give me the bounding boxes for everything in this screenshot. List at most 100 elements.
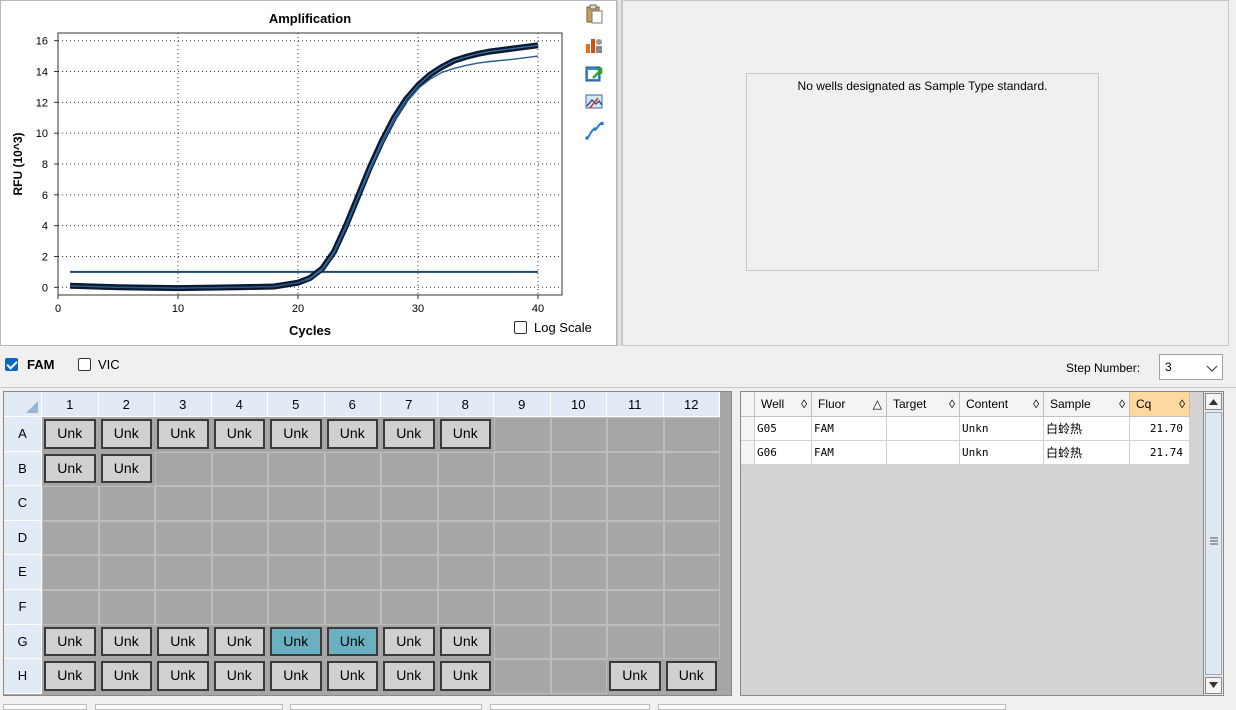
plate-column-header[interactable]: 12 xyxy=(663,392,720,417)
table-cell-fluor[interactable]: FAM xyxy=(812,417,887,441)
bar-chart-icon[interactable] xyxy=(584,35,604,55)
plate-column-header[interactable]: 3 xyxy=(155,392,212,417)
bottom-tab[interactable] xyxy=(658,704,1006,710)
well-f5[interactable] xyxy=(268,590,325,625)
well-e7[interactable] xyxy=(381,555,438,590)
table-cell-content[interactable]: Unkn xyxy=(960,441,1044,465)
well-a1[interactable]: Unk xyxy=(44,419,96,449)
table-cell-target[interactable] xyxy=(887,417,960,441)
plate-row-header[interactable]: C xyxy=(4,486,42,521)
scroll-up-button[interactable] xyxy=(1205,393,1222,410)
well-b9[interactable] xyxy=(494,451,551,487)
well-a9[interactable] xyxy=(494,417,551,452)
well-f11[interactable] xyxy=(607,590,664,625)
well-h1[interactable]: Unk xyxy=(44,661,96,691)
well-e3[interactable] xyxy=(155,555,212,590)
well-e9[interactable] xyxy=(494,555,551,590)
well-c10[interactable] xyxy=(550,486,607,521)
image-icon[interactable] xyxy=(584,92,604,112)
well-g8[interactable]: Unk xyxy=(439,626,491,657)
clipboard-icon[interactable] xyxy=(584,4,604,24)
well-f6[interactable] xyxy=(324,590,381,625)
sort-icon[interactable]: ◊ xyxy=(949,392,955,417)
well-a5[interactable]: Unk xyxy=(270,419,322,449)
well-h10[interactable] xyxy=(550,659,607,694)
well-g2[interactable]: Unk xyxy=(100,626,152,657)
plate-column-header[interactable]: 2 xyxy=(98,392,155,417)
well-h4[interactable]: Unk xyxy=(213,661,265,691)
plate-column-header[interactable]: 5 xyxy=(268,392,325,417)
well-e4[interactable] xyxy=(211,555,268,590)
well-h11[interactable]: Unk xyxy=(609,661,661,691)
well-h6[interactable]: Unk xyxy=(326,661,378,691)
well-g6[interactable]: Unk xyxy=(326,626,378,657)
vic-checkbox[interactable] xyxy=(78,358,91,371)
well-g11[interactable] xyxy=(607,624,664,660)
well-c5[interactable] xyxy=(268,486,325,521)
plate-column-header[interactable]: 8 xyxy=(437,392,494,417)
well-f10[interactable] xyxy=(550,590,607,625)
well-c7[interactable] xyxy=(381,486,438,521)
well-d12[interactable] xyxy=(663,520,720,556)
well-d5[interactable] xyxy=(268,520,325,556)
well-f12[interactable] xyxy=(663,590,720,625)
sort-icon[interactable]: ◊ xyxy=(1033,392,1039,417)
well-f4[interactable] xyxy=(211,590,268,625)
well-h5[interactable]: Unk xyxy=(270,661,322,691)
well-a4[interactable]: Unk xyxy=(213,419,265,449)
sort-icon[interactable]: △ xyxy=(873,392,882,417)
sort-icon[interactable]: ◊ xyxy=(1119,392,1125,417)
well-b2[interactable]: Unk xyxy=(100,453,152,484)
well-e5[interactable] xyxy=(268,555,325,590)
well-a6[interactable]: Unk xyxy=(326,419,378,449)
export-icon[interactable] xyxy=(584,64,604,84)
well-b12[interactable] xyxy=(663,451,720,487)
well-h7[interactable]: Unk xyxy=(383,661,435,691)
well-f2[interactable] xyxy=(98,590,155,625)
well-d4[interactable] xyxy=(211,520,268,556)
column-header-cq[interactable]: Cq ◊ xyxy=(1130,392,1190,417)
table-cell-well[interactable]: G06 xyxy=(755,441,812,465)
scroll-down-button[interactable] xyxy=(1205,677,1222,694)
well-f1[interactable] xyxy=(42,590,99,625)
plate-corner-select-all[interactable] xyxy=(4,392,42,417)
plate-column-header[interactable]: 9 xyxy=(494,392,551,417)
well-g1[interactable]: Unk xyxy=(44,626,96,657)
well-d8[interactable] xyxy=(437,520,494,556)
well-d3[interactable] xyxy=(155,520,212,556)
well-a12[interactable] xyxy=(663,417,720,452)
column-header-content[interactable]: Content ◊ xyxy=(960,392,1044,417)
plate-row-header[interactable]: A xyxy=(4,417,42,452)
column-header-fluor[interactable]: Fluor △ xyxy=(812,392,887,417)
well-e1[interactable] xyxy=(42,555,99,590)
well-a2[interactable]: Unk xyxy=(100,419,152,449)
bottom-tab[interactable] xyxy=(95,704,283,710)
well-b1[interactable]: Unk xyxy=(44,453,96,484)
plate-column-header[interactable]: 10 xyxy=(550,392,607,417)
well-g10[interactable] xyxy=(550,624,607,660)
step-number-select[interactable]: 3 xyxy=(1159,354,1223,380)
well-h12[interactable]: Unk xyxy=(665,661,717,691)
table-cell-cq[interactable]: 21.70 xyxy=(1130,417,1190,441)
well-c3[interactable] xyxy=(155,486,212,521)
plate-row-header[interactable]: D xyxy=(4,520,42,556)
well-d2[interactable] xyxy=(98,520,155,556)
well-c2[interactable] xyxy=(98,486,155,521)
well-g4[interactable]: Unk xyxy=(213,626,265,657)
well-e12[interactable] xyxy=(663,555,720,590)
column-header-target[interactable]: Target ◊ xyxy=(887,392,960,417)
well-c1[interactable] xyxy=(42,486,99,521)
well-a8[interactable]: Unk xyxy=(439,419,491,449)
plate-row-header[interactable]: H xyxy=(4,659,42,694)
well-b11[interactable] xyxy=(607,451,664,487)
row-selector[interactable] xyxy=(741,441,755,465)
well-b8[interactable] xyxy=(437,451,494,487)
well-e10[interactable] xyxy=(550,555,607,590)
well-g12[interactable] xyxy=(663,624,720,660)
table-cell-sample[interactable]: 白蛉热 xyxy=(1044,417,1130,441)
well-b5[interactable] xyxy=(268,451,325,487)
well-b10[interactable] xyxy=(550,451,607,487)
well-d9[interactable] xyxy=(494,520,551,556)
vertical-scrollbar[interactable] xyxy=(1203,391,1224,696)
plate-column-header[interactable]: 4 xyxy=(211,392,268,417)
